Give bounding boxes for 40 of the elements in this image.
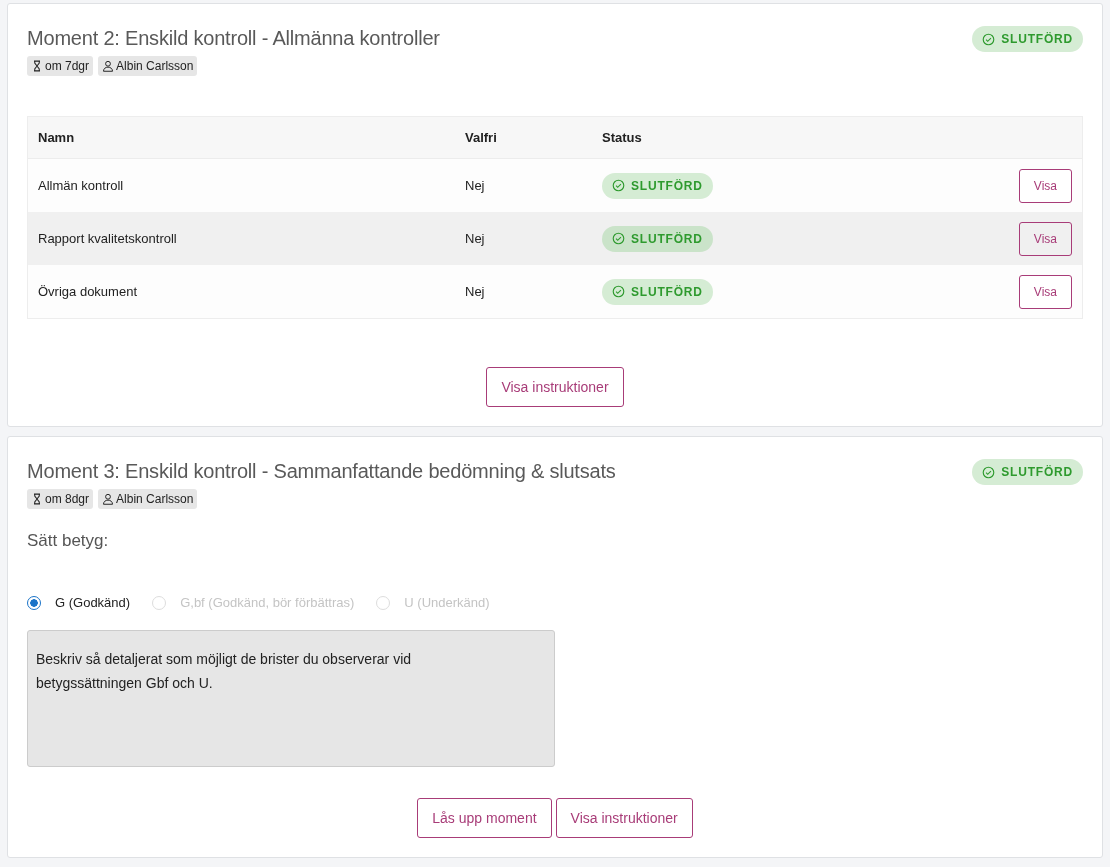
table-cell-text: Nej [464,178,486,193]
status-badge: SLUTFÖRD [972,459,1083,485]
action-button[interactable]: Visa instruktioner [486,367,624,407]
radio-button[interactable] [27,595,41,610]
view-button[interactable]: Visa [1018,274,1072,309]
moment-title: Moment 2: Enskild kontroll - Allmänna kontroller [27,27,440,50]
status-badge: SLUTFÖRD [602,225,713,252]
radio-option[interactable]: G (Godkänd) [27,595,131,610]
status-badge: SLUTFÖRD [602,278,713,305]
table-cell-text: Övriga dokument [37,284,138,299]
check-circle-icon [612,285,625,298]
status-badge: SLUTFÖRD [972,26,1083,52]
status-badge: SLUTFÖRD [602,172,713,199]
action-button[interactable]: Visa instruktioner [555,798,693,838]
radio-label: G (Godkänd) [55,595,131,610]
check-circle-icon [982,32,996,46]
hourglass-icon [31,60,43,72]
radio-label: U (Underkänd) [404,595,490,610]
table-cell-text: Rapport kvalitetskontroll [37,231,178,246]
check-circle-icon [982,465,996,479]
table-cell-text: Nej [464,284,486,299]
due-tag: om 8dgr [27,489,94,509]
user-icon [102,493,115,505]
check-circle-icon [612,179,625,192]
section-heading: Sätt betyg: [27,531,110,551]
moment-title: Moment 3: Enskild kontroll - Sammanfattande bedömning & slutsats [27,460,616,483]
column-header: Namn [37,130,76,145]
due-tag: om 7dgr [27,56,94,76]
table-cell-text: Nej [464,231,486,246]
view-button[interactable]: Visa [1018,221,1072,256]
check-circle-icon [612,232,625,245]
user-icon [102,60,115,72]
view-button[interactable]: Visa [1018,168,1072,203]
assignee-tag: Albin Carlsson [98,489,198,509]
column-header: Status [601,130,643,145]
action-button[interactable]: Lås upp moment [417,798,552,838]
assignee-tag: Albin Carlsson [98,56,198,76]
table-cell-text: Allmän kontroll [37,178,125,193]
hourglass-icon [31,493,43,505]
column-header: Valfri [464,130,498,145]
